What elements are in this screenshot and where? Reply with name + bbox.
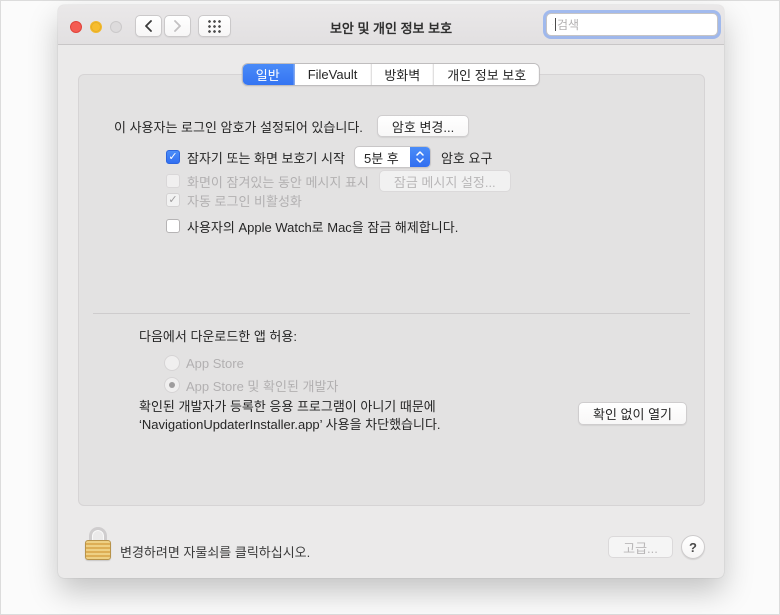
tab-firewall[interactable]: 방화벽	[371, 64, 434, 85]
lock-icon[interactable]	[84, 527, 112, 561]
auto-login-checkbox: ✓	[166, 193, 180, 207]
password-delay-value: 5분 후	[355, 148, 399, 167]
password-delay-select[interactable]: 5분 후	[354, 146, 431, 168]
search-field[interactable]	[546, 13, 718, 36]
identified-developers-radio-label: App Store 및 확인된 개발자	[186, 376, 338, 395]
advanced-button: 고급...	[608, 536, 673, 558]
general-pane: 이 사용자는 로그인 암호가 설정되어 있습니다. 암호 변경... ✓ 잠자기…	[78, 74, 705, 506]
lock-instruction-text: 변경하려면 자물쇠를 클릭하십시오.	[120, 542, 310, 561]
password-status-text: 이 사용자는 로그인 암호가 설정되어 있습니다.	[114, 117, 363, 136]
identified-developers-radio	[164, 377, 180, 393]
auto-login-label: 자동 로그인 비활성화	[187, 191, 302, 210]
tab-bar: 일반 FileVault 방화벽 개인 정보 보호	[242, 63, 540, 86]
title-bar: 보안 및 개인 정보 보호	[58, 5, 724, 45]
blocked-app-message-line2: ‘NavigationUpdaterInstaller.app’ 사용을 차단했…	[139, 416, 569, 434]
app-store-radio-label: App Store	[186, 356, 244, 371]
open-anyway-button[interactable]: 확인 없이 열기	[578, 402, 687, 425]
apple-watch-checkbox[interactable]	[166, 219, 180, 233]
search-icon	[552, 18, 553, 31]
app-store-radio	[164, 355, 180, 371]
set-lock-message-button: 잠금 메시지 설정...	[379, 170, 511, 192]
security-preferences-window: 보안 및 개인 정보 보호 일반 FileVault 방화벽 개인 정보 보호 …	[58, 5, 724, 578]
lock-message-checkbox	[166, 174, 180, 188]
tab-general[interactable]: 일반	[242, 63, 295, 86]
section-divider	[93, 313, 690, 314]
require-password-label: 잠자기 또는 화면 보호기 시작	[187, 148, 345, 167]
apple-watch-label: 사용자의 Apple Watch로 Mac을 잠금 해제합니다.	[187, 217, 458, 236]
blocked-app-message-line1: 확인된 개발자가 등록한 응용 프로그램이 아니기 때문에	[139, 398, 569, 416]
radio-dot	[169, 382, 175, 388]
stepper-arrows-icon	[410, 147, 430, 167]
change-password-button[interactable]: 암호 변경...	[377, 115, 469, 137]
tab-privacy[interactable]: 개인 정보 보호	[434, 64, 539, 85]
allow-apps-heading: 다음에서 다운로드한 앱 허용:	[139, 326, 297, 345]
require-password-checkbox[interactable]: ✓	[166, 150, 180, 164]
help-button[interactable]: ?	[681, 535, 705, 559]
lock-message-label: 화면이 잠겨있는 동안 메시지 표시	[187, 172, 369, 191]
tab-filevault[interactable]: FileVault	[295, 64, 372, 85]
require-password-suffix: 암호 요구	[441, 148, 492, 167]
lock-body	[85, 540, 111, 560]
search-input[interactable]	[557, 18, 712, 32]
